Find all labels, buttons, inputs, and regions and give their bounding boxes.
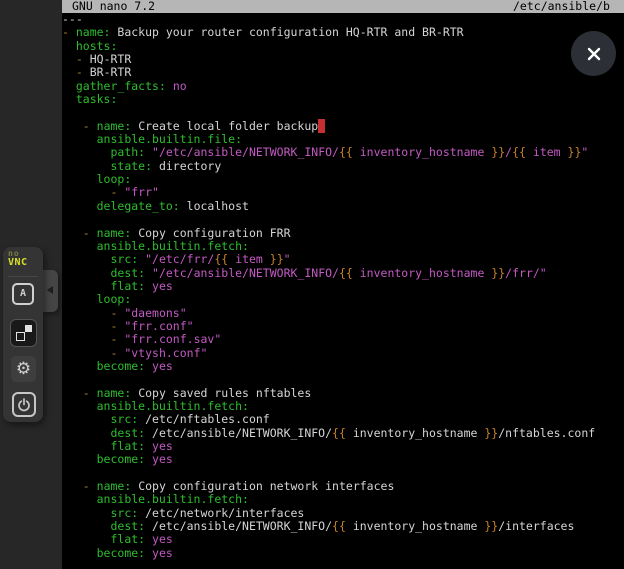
editor-line: ansible.builtin.fetch: bbox=[62, 240, 624, 253]
power-icon bbox=[17, 398, 31, 412]
editor-line: --- bbox=[62, 13, 624, 26]
settings-button[interactable]: ⚙ bbox=[11, 356, 36, 382]
editor-line: dest: "/etc/ansible/NETWORK_INFO/{{ inve… bbox=[62, 267, 624, 280]
editor-line: dest: /etc/ansible/NETWORK_INFO/{{ inven… bbox=[62, 520, 624, 533]
text-cursor bbox=[318, 119, 325, 133]
nano-file-path: /etc/ansible/b bbox=[513, 0, 610, 13]
editor-line: - name: Backup your router configuration… bbox=[62, 26, 624, 39]
editor-line: become: yes bbox=[62, 453, 624, 466]
editor-line: delegate_to: localhost bbox=[62, 200, 624, 213]
editor-line: loop: bbox=[62, 173, 624, 186]
control-bar-divider bbox=[8, 276, 38, 277]
editor-line: flat: yes bbox=[62, 440, 624, 453]
editor-line: src: "/etc/frr/{{ item }}" bbox=[62, 253, 624, 266]
editor-line: path: "/etc/ansible/NETWORK_INFO/{{ inve… bbox=[62, 146, 624, 159]
nano-app-title: GNU nano 7.2 bbox=[72, 0, 155, 13]
power-button[interactable] bbox=[12, 392, 36, 417]
fullscreen-button[interactable] bbox=[10, 319, 37, 347]
editor-line: - name: Copy configuration network inter… bbox=[62, 480, 624, 493]
editor-line: gather_facts: no bbox=[62, 80, 624, 93]
control-bar-handle[interactable] bbox=[43, 270, 58, 312]
close-button[interactable] bbox=[571, 31, 616, 76]
editor-content: ---- name: Backup your router configurat… bbox=[62, 13, 624, 569]
fullscreen-icon bbox=[16, 332, 25, 341]
editor-line: ansible.builtin.fetch: bbox=[62, 400, 624, 413]
editor-line: src: /etc/network/interfaces bbox=[62, 507, 624, 520]
close-icon bbox=[585, 45, 603, 63]
novnc-control-bar: no VNC A ⚙ bbox=[3, 247, 43, 422]
clipboard-button[interactable]: A bbox=[12, 283, 34, 305]
editor-line: - "frr" bbox=[62, 186, 624, 199]
editor-line: flat: yes bbox=[62, 280, 624, 293]
editor-line bbox=[62, 467, 624, 480]
editor-line bbox=[62, 213, 624, 226]
editor-line: - "frr.conf" bbox=[62, 320, 624, 333]
collapse-arrow-icon bbox=[47, 286, 53, 294]
fullscreen-icon-corner bbox=[25, 325, 32, 332]
editor-line: - name: Create local folder backup bbox=[62, 120, 624, 133]
nano-titlebar: GNU nano 7.2 /etc/ansible/b bbox=[62, 0, 624, 13]
editor-line: - name: Copy configuration FRR bbox=[62, 227, 624, 240]
editor-line: - HQ-RTR bbox=[62, 53, 624, 66]
editor-line: - "frr.conf.sav" bbox=[62, 333, 624, 346]
editor-line: state: directory bbox=[62, 160, 624, 173]
editor-line: become: yes bbox=[62, 547, 624, 560]
terminal[interactable]: GNU nano 7.2 /etc/ansible/b ---- name: B… bbox=[62, 0, 624, 569]
editor-line: become: yes bbox=[62, 360, 624, 373]
editor-line: - name: Copy saved rules nftables bbox=[62, 387, 624, 400]
editor-line bbox=[62, 106, 624, 119]
editor-line: tasks: bbox=[62, 93, 624, 106]
vnc-desktop: GNU nano 7.2 /etc/ansible/b ---- name: B… bbox=[0, 0, 624, 569]
editor-line: flat: yes bbox=[62, 533, 624, 546]
editor-line: - "vtysh.conf" bbox=[62, 347, 624, 360]
editor-line: ansible.builtin.file: bbox=[62, 133, 624, 146]
editor-line: - "daemons" bbox=[62, 307, 624, 320]
editor-line: dest: /etc/ansible/NETWORK_INFO/{{ inven… bbox=[62, 427, 624, 440]
novnc-logo: no VNC bbox=[8, 250, 28, 268]
clipboard-icon: A bbox=[20, 288, 26, 299]
editor-line: hosts: bbox=[62, 40, 624, 53]
editor-line: src: /etc/nftables.conf bbox=[62, 413, 624, 426]
novnc-logo-bottom: VNC bbox=[8, 258, 28, 268]
editor-line: - BR-RTR bbox=[62, 66, 624, 79]
editor-line: loop: bbox=[62, 293, 624, 306]
editor-line bbox=[62, 373, 624, 386]
editor-line: ansible.builtin.fetch: bbox=[62, 493, 624, 506]
gear-icon: ⚙ bbox=[16, 359, 31, 379]
